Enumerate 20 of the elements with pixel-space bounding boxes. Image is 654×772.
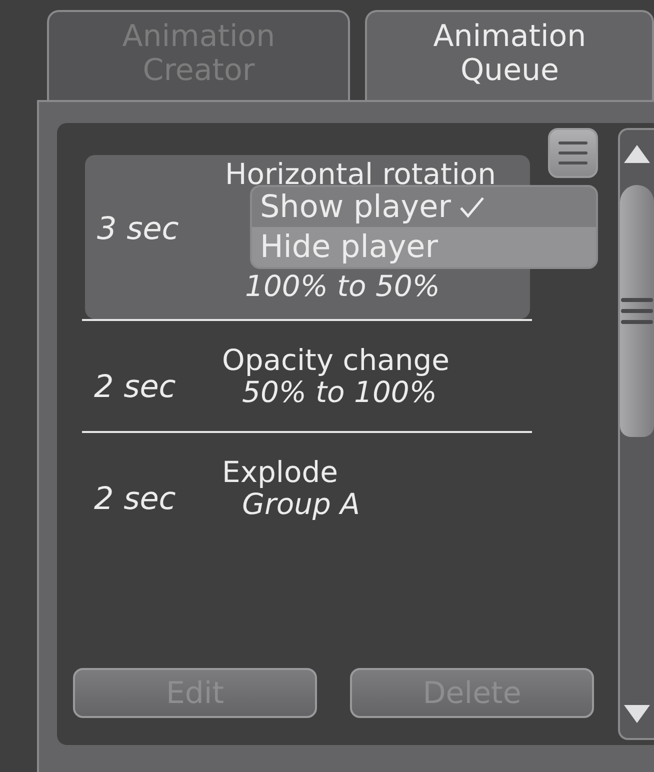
duration-text: 2 sec [93,480,177,519]
animation-detail: Group A [242,489,361,519]
queue-item[interactable]: 2 sec Explode Group A [82,433,527,543]
animation-detail: 50% to 100% [242,377,437,407]
menu-icon [558,141,588,165]
scroll-thumb[interactable] [620,185,654,437]
menu-item[interactable]: Show player [252,187,596,227]
tab[interactable]: Animation Queue [365,10,654,100]
scroll-up-icon[interactable] [624,145,650,163]
animation-title: Explode [222,455,339,489]
grip-icon [621,297,653,325]
animation-detail: 100% to 50% [244,271,441,301]
checkmark-icon [458,196,485,218]
queue-item[interactable]: 2 sec Opacity change 50% to 100% [82,321,527,431]
scrollbar[interactable] [618,128,654,740]
animation-title: Opacity change [222,343,450,377]
scroll-down-icon[interactable] [624,705,650,723]
menu-button[interactable] [548,128,598,178]
duration-text: 2 sec [93,368,177,407]
duration-text: 3 sec [96,210,180,249]
